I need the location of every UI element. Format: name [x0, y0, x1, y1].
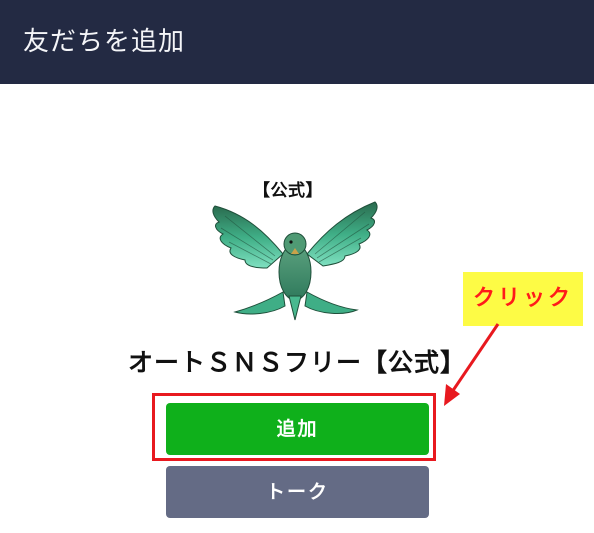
arrow-icon [444, 323, 500, 406]
page-title: 友だちを追加 [23, 27, 186, 57]
header-bar: 友だちを追加 [0, 0, 594, 84]
add-button[interactable]: 追加 [166, 403, 429, 455]
bird-icon [212, 201, 378, 321]
avatar-badge: 【公式】 [253, 181, 323, 201]
add-friend-screen: 友だちを追加 【公式】 オートＳＮＳフリー【公式】 追加 トーク クリック [0, 0, 594, 533]
talk-button[interactable]: トーク [166, 466, 429, 518]
avatar: 【公式】 [205, 172, 385, 332]
